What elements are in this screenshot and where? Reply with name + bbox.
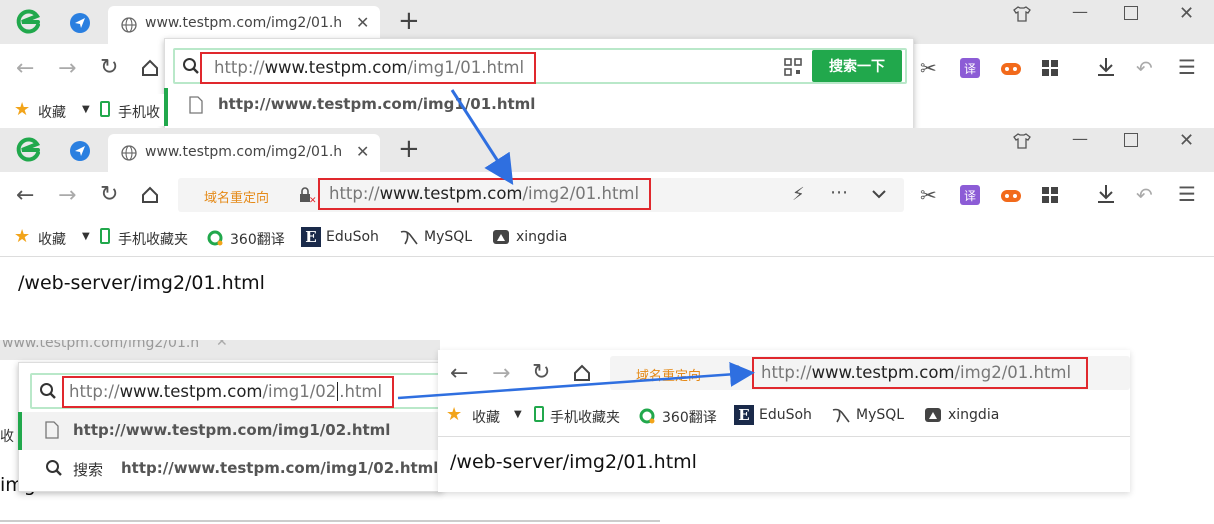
arrow-bottom-left-to-right [397, 361, 755, 400]
arrow-top-to-middle [450, 89, 514, 186]
annotation-arrows [397, 89, 755, 400]
